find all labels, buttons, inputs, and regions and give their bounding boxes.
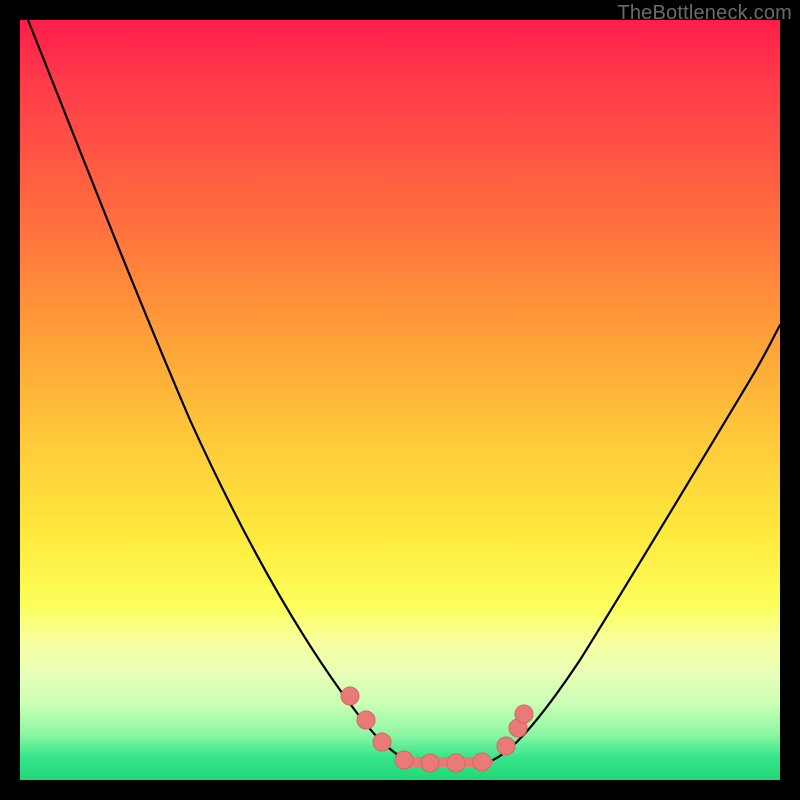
marker-point [341,687,359,705]
marker-point [515,705,533,723]
watermark-text: TheBottleneck.com [617,2,792,25]
marker-point [421,754,439,772]
marker-point [447,754,465,772]
plot-area [20,20,780,780]
marker-point [497,737,515,755]
marker-point [395,751,413,769]
bottleneck-curve [28,20,780,762]
marker-point [373,733,391,751]
marker-point [357,711,375,729]
chart-frame: TheBottleneck.com [0,0,800,800]
marker-point [473,753,491,771]
curve-layer [20,20,780,780]
